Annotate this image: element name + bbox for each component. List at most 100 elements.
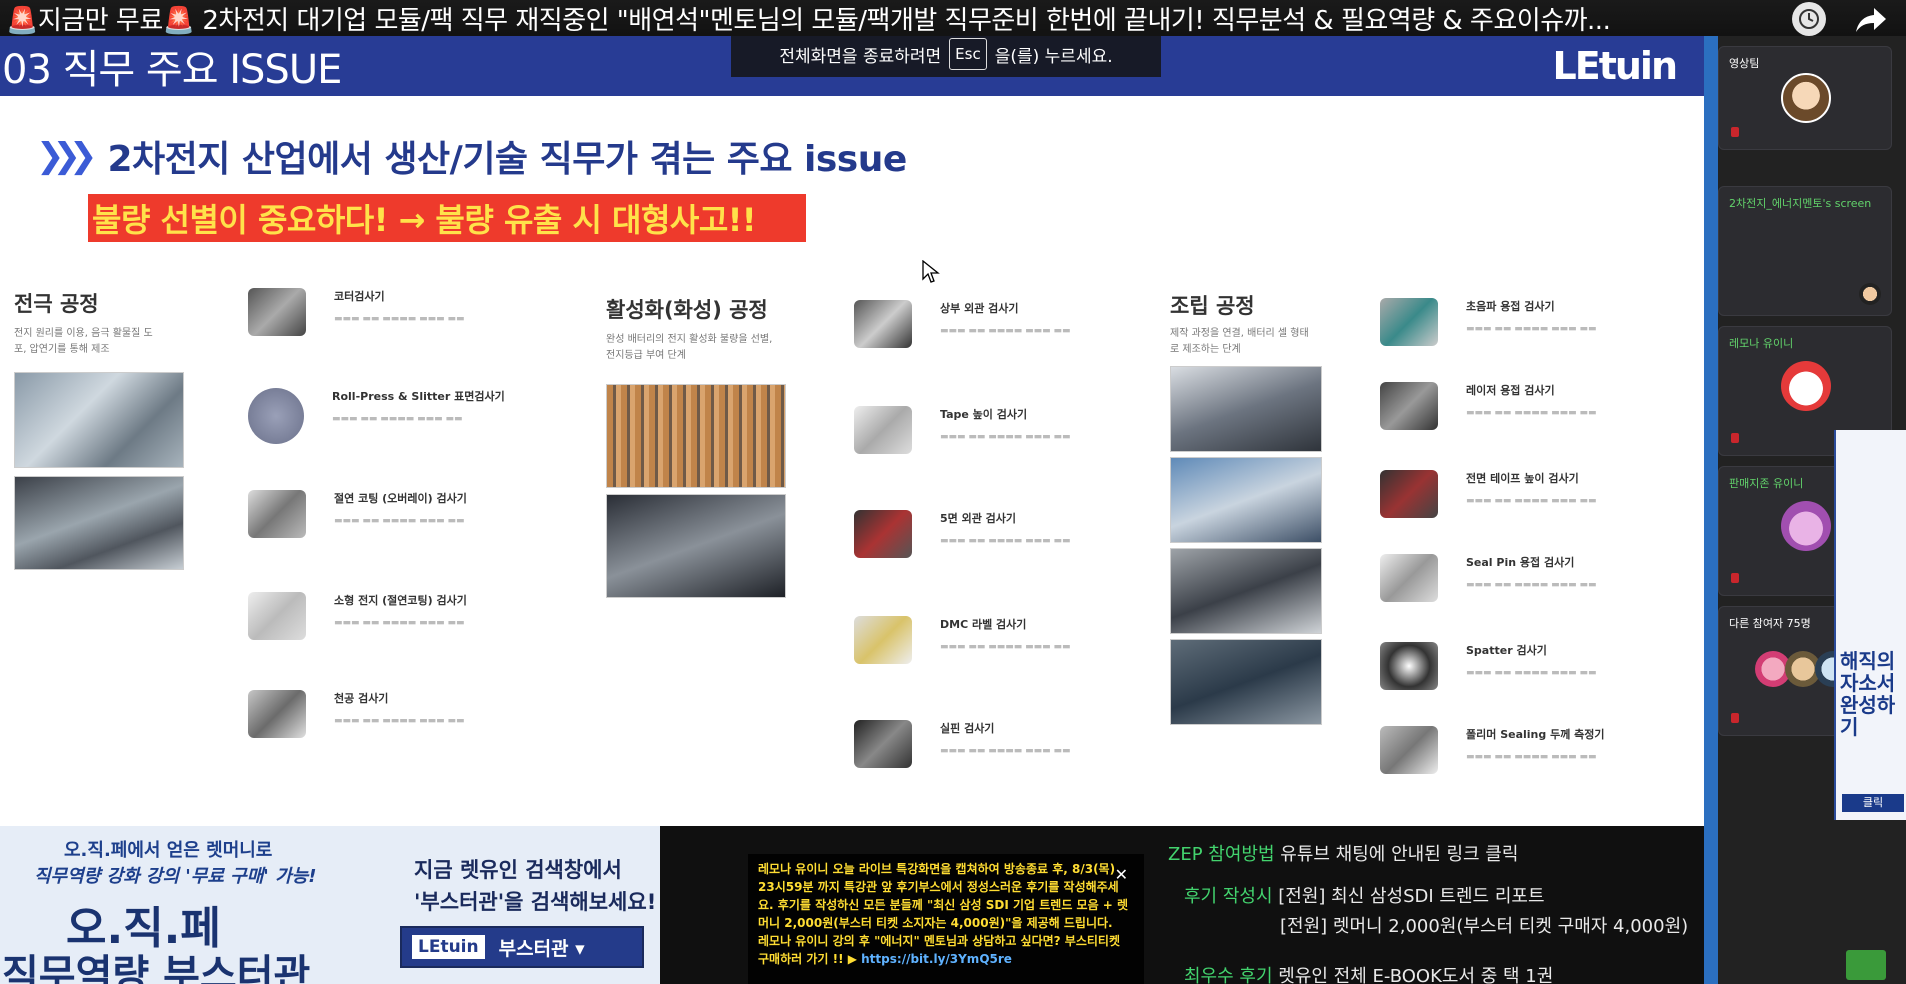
warning-banner: 불량 선별이 중요하다! → 불량 유출 시 대형사고!! bbox=[88, 194, 806, 242]
screen: 🚨지금만 무료🚨 2차전지 대기업 모듈/팩 직무 재직중인 "배연석"멘토님의… bbox=[0, 0, 1906, 984]
hint-text: 전체화면을 종료하려면 bbox=[779, 46, 942, 67]
section-desc-electrode: 전지 원리를 이용, 음극 활물질 도포, 압연기를 통해 제조 bbox=[14, 328, 153, 355]
seal-pin-weld-machine-icon bbox=[1380, 554, 1438, 602]
fullscreen-exit-hint: 전체화면을 종료하려면 Esc 을(를) 누르세요. bbox=[731, 31, 1161, 77]
formation-photo-2 bbox=[606, 494, 786, 598]
close-icon[interactable]: ✕ bbox=[1115, 866, 1128, 884]
inspection-desc: ▬▬▬ ▬▬ ▬▬▬▬ ▬▬▬ ▬▬ bbox=[334, 716, 465, 726]
mic-off-icon bbox=[1731, 127, 1739, 137]
ad-search-line: 지금 렛유인 검색창에서 bbox=[414, 858, 622, 882]
assembly-photo-1 bbox=[1170, 366, 1322, 452]
inspection-item: 천공 검사기 ▬▬▬ ▬▬ ▬▬▬▬ ▬▬▬ ▬▬ bbox=[248, 690, 465, 738]
inspection-desc: ▬▬▬ ▬▬ ▬▬▬▬ ▬▬▬ ▬▬ bbox=[940, 642, 1071, 652]
mic-off-icon bbox=[1731, 573, 1739, 583]
share-icon[interactable] bbox=[1854, 2, 1888, 36]
inspection-name: 레이저 용접 검사기 bbox=[1466, 384, 1555, 397]
assembly-photo-2 bbox=[1170, 457, 1322, 543]
inspection-name: 초음파 용접 검사기 bbox=[1466, 300, 1555, 313]
inspection-name: 5면 외관 검사기 bbox=[940, 512, 1017, 525]
slide-heading-text: 2차전지 산업에서 생산/기술 직무가 겪는 주요 issue bbox=[107, 139, 907, 180]
coater-machine-icon bbox=[248, 288, 306, 336]
side-ad-banner[interactable]: 해직의 자소서 완성하기 클릭 bbox=[1834, 430, 1906, 820]
zep-text: [전원] 최신 삼성SDI 트렌드 리포트 bbox=[1278, 886, 1545, 907]
overlay-machine-icon bbox=[248, 490, 306, 538]
zep-text: [전원] 렛머니 2,000원(부스터 티켓 구매자 4,000원) bbox=[1280, 916, 1689, 937]
inspection-item: 5면 외관 검사기 ▬▬▬ ▬▬ ▬▬▬▬ ▬▬▬ ▬▬ bbox=[854, 510, 1071, 558]
esc-key: Esc bbox=[949, 38, 987, 70]
section-desc-formation: 완성 배터리의 전지 활성화 불량을 선별, 전지등급 부여 단계 bbox=[606, 334, 773, 361]
avatar bbox=[1781, 361, 1831, 411]
participant-card[interactable]: 영상팀 bbox=[1718, 46, 1892, 150]
inspection-name: 절연 코팅 (오버레이) 검사기 bbox=[334, 492, 467, 505]
inspection-desc: ▬▬▬ ▬▬ ▬▬▬▬ ▬▬▬ ▬▬ bbox=[1466, 668, 1597, 678]
inspection-desc: ▬▬▬ ▬▬ ▬▬▬▬ ▬▬▬ ▬▬ bbox=[940, 326, 1071, 336]
ultrasonic-weld-machine-icon bbox=[1380, 298, 1438, 346]
inspection-item: Roll-Press & Slitter 표면검사기 ▬▬▬ ▬▬ ▬▬▬▬ ▬▬… bbox=[248, 388, 505, 444]
inspection-desc: ▬▬▬ ▬▬ ▬▬▬▬ ▬▬▬ ▬▬ bbox=[332, 414, 463, 424]
letuin-logo: LEtuin bbox=[412, 935, 485, 959]
inspection-name: DMC 라벨 검사기 bbox=[940, 618, 1027, 631]
mouse-cursor-icon bbox=[922, 260, 940, 283]
inspection-desc: ▬▬▬ ▬▬ ▬▬▬▬ ▬▬▬ ▬▬ bbox=[334, 516, 465, 526]
zep-info-row: [전원] 렛머니 2,000원(부스터 티켓 구매자 4,000원) bbox=[1280, 912, 1688, 938]
laser-weld-machine-icon bbox=[1380, 382, 1438, 430]
section-title-electrode: 전극 공정 bbox=[14, 292, 99, 316]
mic-off-icon bbox=[1731, 713, 1739, 723]
inspection-item: 레이저 용접 검사기 ▬▬▬ ▬▬ ▬▬▬▬ ▬▬▬ ▬▬ bbox=[1380, 382, 1597, 430]
booster-search-button[interactable]: LEtuin 부스터관 ▾ bbox=[400, 926, 644, 968]
zep-info-row: 최우수 후기 렛유인 전체 E-BOOK도서 중 택 1권 bbox=[1184, 962, 1553, 984]
small-battery-machine-icon bbox=[248, 592, 306, 640]
slide-heading: ❯❯❯ 2차전지 산업에서 생산/기술 직무가 겪는 주요 issue bbox=[36, 130, 907, 182]
avatar bbox=[1781, 501, 1831, 551]
mic-off-icon bbox=[1731, 433, 1739, 443]
hint-text: 을(를) 누르세요. bbox=[994, 46, 1113, 67]
inspection-item: 폴리머 Sealing 두께 측정기 ▬▬▬ ▬▬ ▬▬▬▬ ▬▬▬ ▬▬ bbox=[1380, 726, 1605, 774]
assembly-photo-3 bbox=[1170, 548, 1322, 634]
inspection-name: Spatter 검사기 bbox=[1466, 644, 1547, 657]
inspection-item: Tape 높이 검사기 ▬▬▬ ▬▬ ▬▬▬▬ ▬▬▬ ▬▬ bbox=[854, 406, 1071, 454]
slide-header-title: 03 직무 주요 ISSUE bbox=[2, 47, 342, 93]
booster-ad-banner[interactable]: 오.직.페에서 얻은 렛머니로 직무역량 강화 강의 '무료 구매' 가능! 오… bbox=[0, 826, 660, 984]
polymer-sealing-machine-icon bbox=[1380, 726, 1438, 774]
ad-headline: 직무역량 부스터관 bbox=[2, 952, 311, 984]
participant-card[interactable]: 2차전지_에너지멘토's screen bbox=[1718, 186, 1892, 316]
side-ad-line: 해직의 bbox=[1840, 649, 1896, 673]
inspection-item: 상부 외관 검사기 ▬▬▬ ▬▬ ▬▬▬▬ ▬▬▬ ▬▬ bbox=[854, 300, 1071, 348]
inspection-item: DMC 라벨 검사기 ▬▬▬ ▬▬ ▬▬▬▬ ▬▬▬ ▬▬ bbox=[854, 616, 1071, 664]
assembly-photo-4 bbox=[1170, 639, 1322, 725]
section-desc-assembly: 제작 과정을 연결, 배터리 셀 형태로 제조하는 단계 bbox=[1170, 328, 1309, 355]
inspection-desc: ▬▬▬ ▬▬ ▬▬▬▬ ▬▬▬ ▬▬ bbox=[1466, 496, 1597, 506]
watch-later-icon[interactable] bbox=[1792, 2, 1826, 36]
zep-label: ZEP 참여방법 bbox=[1168, 844, 1275, 865]
inspection-desc: ▬▬▬ ▬▬ ▬▬▬▬ ▬▬▬ ▬▬ bbox=[1466, 580, 1597, 590]
chat-message-2: 레모나 유이니 강의 후 "에너지" 멘토님과 상담하고 싶다면? 부스티티켓 … bbox=[758, 932, 1134, 968]
side-ad-line: 완성하기 bbox=[1840, 693, 1896, 739]
inspection-name: Seal Pin 용접 검사기 bbox=[1466, 556, 1575, 569]
inspection-name: Roll-Press & Slitter 표면검사기 bbox=[332, 390, 505, 403]
inspection-name: 상부 외관 검사기 bbox=[940, 302, 1019, 315]
inspection-name: 전면 테이프 높이 검사기 bbox=[1466, 472, 1579, 485]
chat-widget-icon[interactable] bbox=[1846, 950, 1886, 980]
inspection-item: 절연 코팅 (오버레이) 검사기 ▬▬▬ ▬▬ ▬▬▬▬ ▬▬▬ ▬▬ bbox=[248, 490, 467, 538]
inspection-desc: ▬▬▬ ▬▬ ▬▬▬▬ ▬▬▬ ▬▬ bbox=[334, 314, 465, 324]
electrode-photo-1 bbox=[14, 372, 184, 468]
spatter-machine-icon bbox=[1380, 642, 1438, 690]
ad-search-hint: 지금 렛유인 검색창에서 '부스터관'을 검색해보세요! bbox=[414, 854, 656, 918]
chat-link[interactable]: https://bit.ly/3YmQ5re bbox=[861, 952, 1012, 966]
zep-label: 후기 작성시 bbox=[1184, 886, 1273, 907]
zep-label: 최우수 후기 bbox=[1184, 966, 1273, 984]
section-title-formation: 활성화(화성) 공정 bbox=[606, 298, 768, 322]
participant-name: 영상팀 bbox=[1729, 57, 1760, 70]
inspection-item: 초음파 용접 검사기 ▬▬▬ ▬▬ ▬▬▬▬ ▬▬▬ ▬▬ bbox=[1380, 298, 1597, 346]
inspection-item: 실핀 검사기 ▬▬▬ ▬▬ ▬▬▬▬ ▬▬▬ ▬▬ bbox=[854, 720, 1071, 768]
top-inspection-machine-icon bbox=[854, 300, 912, 348]
side-ad-button[interactable]: 클릭 bbox=[1842, 794, 1904, 812]
perforation-machine-icon bbox=[248, 690, 306, 738]
electrode-photo-2 bbox=[14, 476, 184, 570]
inspection-name: 실핀 검사기 bbox=[940, 722, 995, 735]
inspection-desc: ▬▬▬ ▬▬ ▬▬▬▬ ▬▬▬ ▬▬ bbox=[1466, 324, 1597, 334]
tape-height-machine-icon bbox=[854, 406, 912, 454]
sidebar-strip bbox=[1704, 36, 1718, 984]
presentation-slide: 03 직무 주요 ISSUE LEtuin ❯❯❯ 2차전지 산업에서 생산/기… bbox=[0, 36, 1704, 826]
pinned-chat-message: 레모나 유이니 오늘 라이브 특강화면을 캡쳐하여 방송종료 후, 8/3(목)… bbox=[748, 854, 1144, 984]
